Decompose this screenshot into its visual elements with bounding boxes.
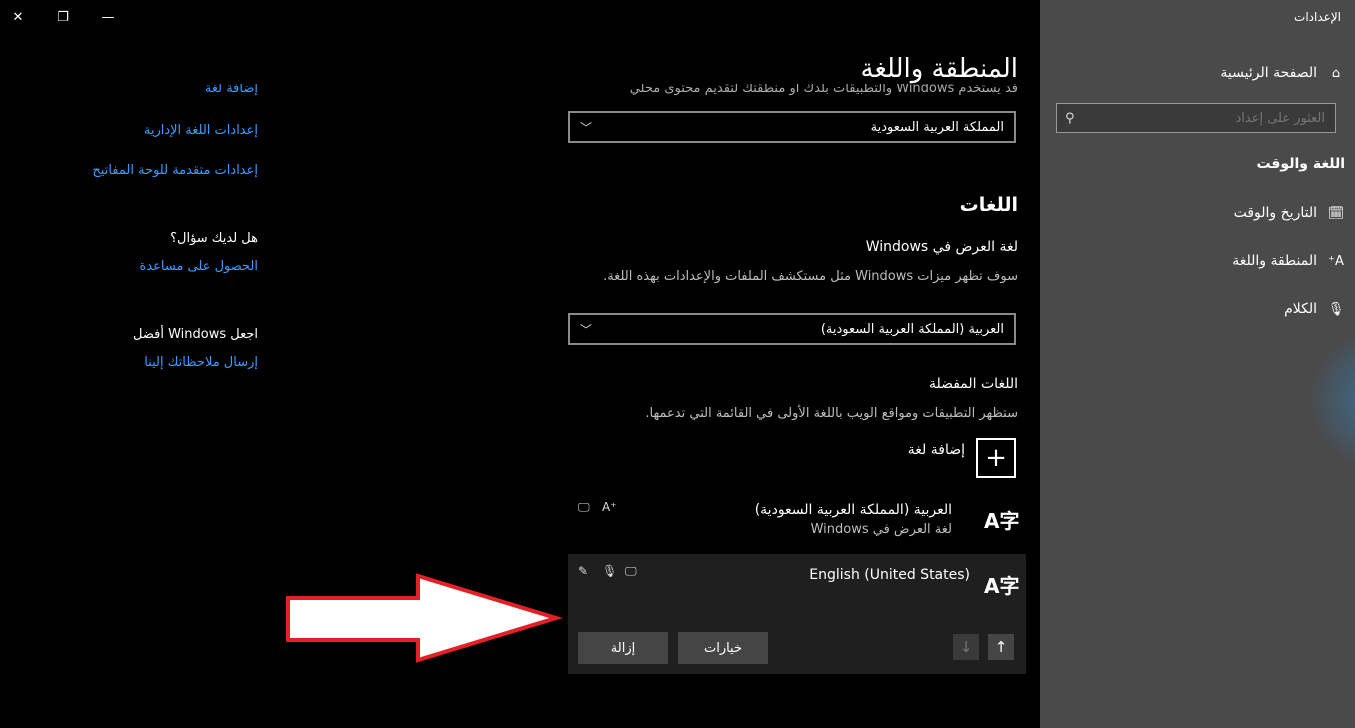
calendar-clock-icon: 🗓 [1327, 205, 1345, 221]
arrow-up-icon: ↑ [994, 638, 1008, 656]
language-name: English (United States) [809, 567, 970, 583]
nav-home[interactable]: ⌂ الصفحة الرئيسية [1220, 61, 1345, 85]
move-up-button[interactable]: ↑ [988, 634, 1014, 660]
restore-icon: ❐ [57, 9, 69, 25]
sidebar-item-label: التاريخ والوقت [1233, 205, 1317, 221]
add-language-label[interactable]: إضافة لغة [908, 442, 965, 458]
side-link-cut[interactable]: إضافة لغة [108, 84, 258, 98]
chevron-down-icon: ﹀ [580, 322, 593, 337]
advanced-keyboard-link[interactable]: إعدادات متقدمة للوحة المفاتيح [92, 163, 258, 178]
display-language-value: العربية (المملكة العربية السعودية) [820, 321, 1004, 337]
minimize-button[interactable]: — [92, 4, 124, 30]
display-language-dropdown[interactable]: العربية (المملكة العربية السعودية) ﹀ [568, 313, 1016, 345]
preferred-languages-label: اللغات المفضلة [928, 376, 1018, 392]
annotation-arrow [286, 573, 563, 663]
preferred-languages-desc: ستظهر التطبيقات ومواقع الويب باللغة الأو… [645, 406, 1018, 421]
country-dropdown[interactable]: المملكة العربية السعودية ﹀ [568, 111, 1016, 143]
close-icon: ✕ [12, 9, 24, 25]
chevron-down-icon: ﹀ [580, 120, 593, 135]
language-icon: A⁺ [1328, 253, 1344, 269]
section-title: اللغة والوقت [1256, 156, 1345, 172]
region-description: قد يستخدم Windows والتطبيقات بلدك أو منط… [629, 84, 1018, 96]
nav-home-label: الصفحة الرئيسية [1220, 65, 1317, 81]
add-language-button[interactable]: + [976, 438, 1016, 478]
display-language-label: لغة العرض في Windows [865, 239, 1018, 255]
get-help-link[interactable]: الحصول على مساعدة [140, 259, 258, 274]
minimize-icon: — [101, 9, 115, 25]
text-feature-icon: A⁺ [602, 500, 617, 514]
close-button[interactable]: ✕ [2, 4, 34, 30]
sidebar-item-label: الكلام [1284, 301, 1317, 317]
sidebar-item-date-time[interactable]: 🗓 التاريخ والوقت [1234, 201, 1345, 225]
search-icon: ⚲ [1065, 110, 1075, 126]
improve-heading: اجعل Windows أفضل [132, 327, 258, 342]
settings-search[interactable]: ⚲ [1056, 103, 1336, 133]
move-down-button[interactable]: ↓ [953, 634, 979, 660]
search-input[interactable] [1123, 109, 1327, 127]
send-feedback-link[interactable]: إرسال ملاحظاتك إلينا [144, 355, 258, 370]
plus-icon: + [985, 443, 1007, 473]
display-language-desc: سوف تظهر ميزات Windows مثل مستكشف الملفا… [603, 269, 1018, 284]
question-heading: هل لديك سؤال؟ [170, 231, 258, 246]
microphone-icon: 🎙 [602, 564, 618, 578]
country-value: المملكة العربية السعودية [870, 119, 1004, 135]
handwriting-icon: ✎ [578, 564, 589, 578]
window-title: الإعدادات [1294, 10, 1341, 24]
sidebar-item-label: المنطقة واللغة [1232, 253, 1317, 269]
display-feature-icon: 🖵 [578, 500, 590, 514]
display-feature-icon: 🖵 [625, 564, 637, 578]
options-button[interactable]: خيارات [678, 632, 768, 664]
languages-heading: اللغات [959, 194, 1018, 216]
language-name[interactable]: العربية (المملكة العربية السعودية) [755, 502, 952, 518]
admin-language-link[interactable]: إعدادات اللغة الإدارية [144, 123, 258, 138]
language-sub: لغة العرض في Windows [810, 522, 952, 537]
microphone-icon: 🎙 [1327, 301, 1345, 317]
arrow-down-icon: ↓ [959, 638, 973, 656]
sidebar-item-region-language[interactable]: A⁺ المنطقة واللغة [1232, 249, 1345, 273]
restore-button[interactable]: ❐ [47, 4, 79, 30]
nav-glow [1310, 330, 1355, 470]
nav-pane: الإعدادات ⌂ الصفحة الرئيسية ⚲ اللغة والو… [1040, 0, 1355, 728]
sidebar-item-speech[interactable]: 🎙 الكلام [1284, 297, 1345, 321]
language-icon: A字 [984, 509, 1020, 533]
remove-button[interactable]: إزالة [578, 632, 668, 664]
home-icon: ⌂ [1331, 65, 1341, 81]
language-icon: A字 [984, 574, 1020, 598]
page-title: المنطقة واللغة [860, 54, 1019, 84]
